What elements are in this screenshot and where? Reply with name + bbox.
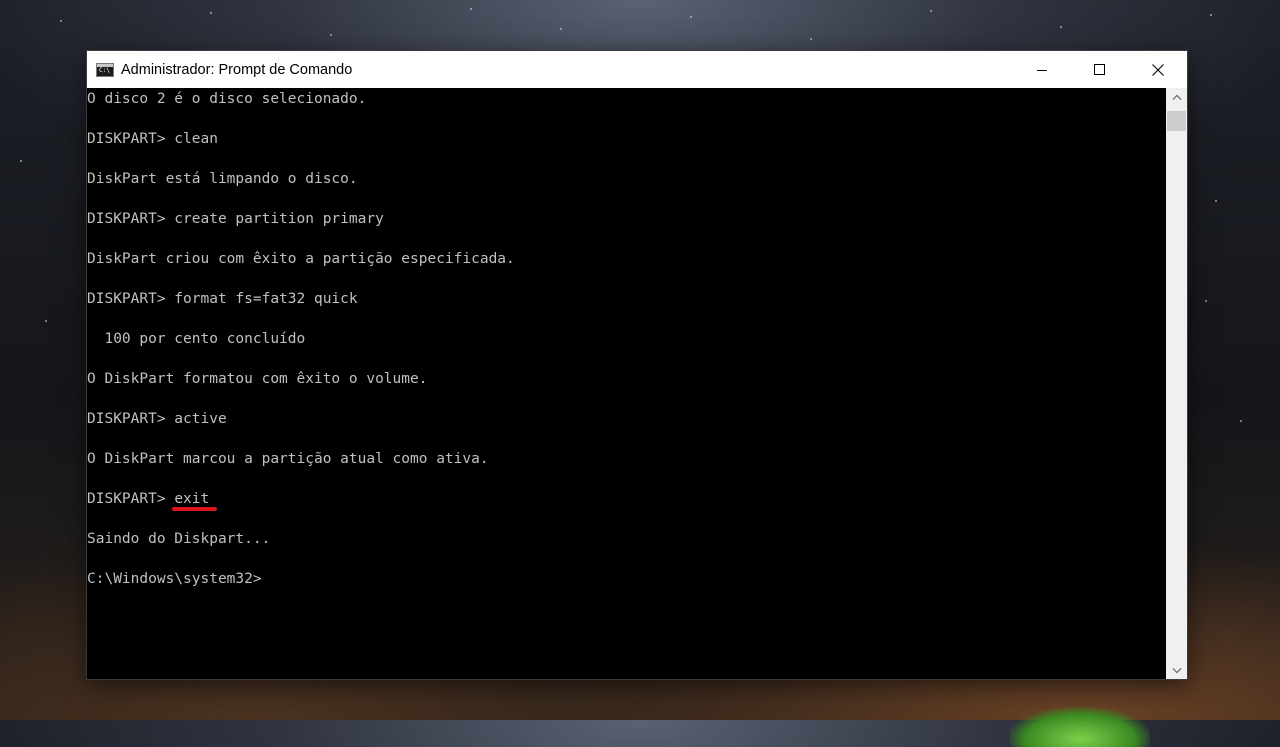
- window-controls: [1013, 51, 1187, 88]
- scrollbar-thumb[interactable]: [1167, 111, 1186, 131]
- exit-command: exit: [174, 491, 210, 507]
- console-line-exit: DISKPART> exit: [87, 489, 209, 509]
- console-line: DISKPART> create partition primary: [87, 211, 384, 227]
- minimize-icon: [1037, 69, 1047, 71]
- console-prompt: C:\Windows\system32>: [87, 571, 262, 587]
- console-line: O DiskPart marcou a partição atual como …: [87, 451, 489, 467]
- chevron-down-icon: [1172, 667, 1181, 673]
- close-button[interactable]: [1129, 51, 1187, 88]
- title-bar[interactable]: Administrador: Prompt de Comando: [87, 51, 1187, 88]
- console-line: DISKPART> clean: [87, 131, 218, 147]
- chevron-up-icon: [1172, 94, 1181, 100]
- maximize-button[interactable]: [1071, 51, 1129, 88]
- command-prompt-window[interactable]: Administrador: Prompt de Comando O disco…: [87, 51, 1187, 679]
- minimize-button[interactable]: [1013, 51, 1071, 88]
- console-line: 100 por cento concluído: [87, 331, 306, 347]
- exit-highlight-underline: [172, 507, 217, 511]
- console-line: DISKPART> active: [87, 411, 227, 427]
- cmd-icon[interactable]: [96, 62, 114, 77]
- console-output[interactable]: O disco 2 é o disco selecionado. DISKPAR…: [87, 88, 1166, 679]
- scroll-down-button[interactable]: [1166, 662, 1187, 679]
- scroll-up-button[interactable]: [1166, 88, 1187, 105]
- maximize-icon: [1094, 63, 1105, 75]
- console-line: Saindo do Diskpart...: [87, 531, 271, 547]
- console-line: O DiskPart formatou com êxito o volume.: [87, 371, 428, 387]
- vertical-scrollbar[interactable]: [1166, 88, 1187, 679]
- prompt-text: DISKPART>: [87, 491, 175, 507]
- window-title: Administrador: Prompt de Comando: [121, 61, 353, 78]
- console-line: DiskPart criou com êxito a partição espe…: [87, 251, 515, 267]
- console-line: DiskPart está limpando o disco.: [87, 171, 358, 187]
- wallpaper-tent: [1010, 707, 1150, 747]
- close-icon: [1152, 63, 1164, 76]
- console-line: DISKPART> format fs=fat32 quick: [87, 291, 358, 307]
- console-line: O disco 2 é o disco selecionado.: [87, 91, 367, 107]
